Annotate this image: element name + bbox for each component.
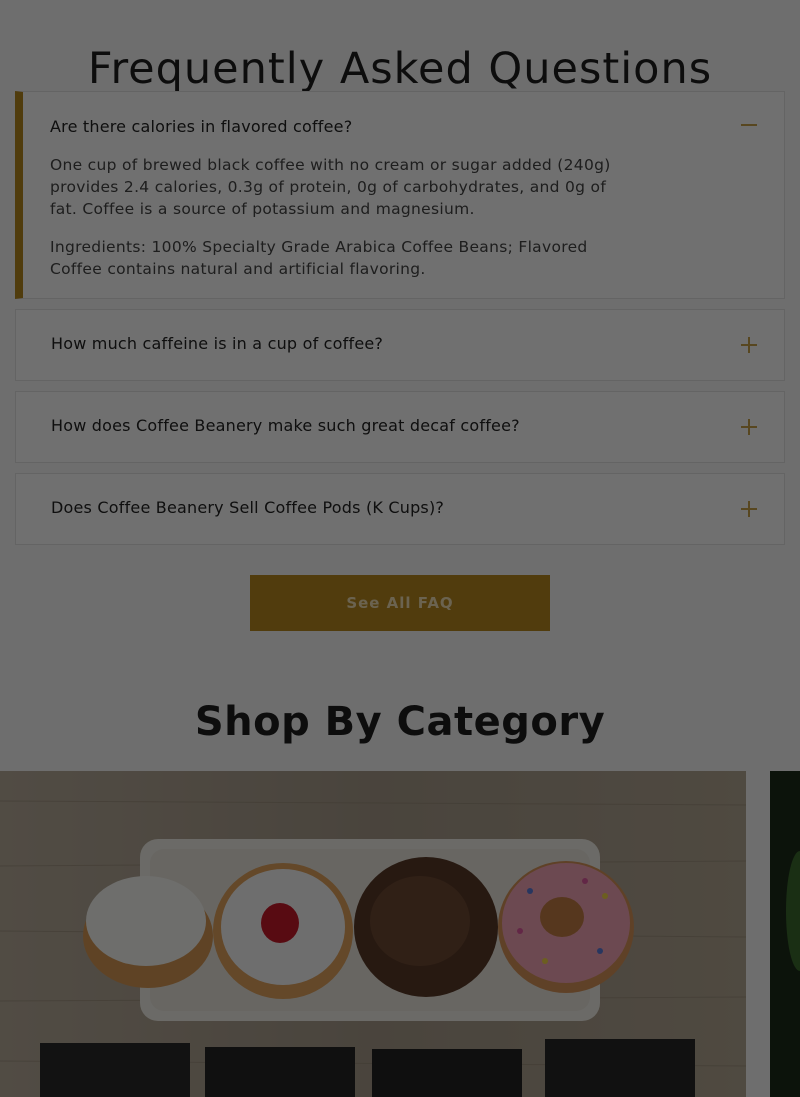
faq-item[interactable]: How does Coffee Beanery make such great … bbox=[15, 391, 785, 463]
faq-question[interactable]: How much caffeine is in a cup of coffee? bbox=[51, 334, 383, 353]
see-all-faq-button[interactable]: See All FAQ bbox=[250, 575, 550, 631]
minus-icon[interactable] bbox=[741, 116, 759, 134]
category-card-2[interactable] bbox=[770, 771, 800, 1097]
category-card-bakery[interactable] bbox=[0, 771, 746, 1097]
faq-item[interactable]: How much caffeine is in a cup of coffee? bbox=[15, 309, 785, 381]
donuts-image bbox=[0, 771, 746, 1097]
plus-icon[interactable] bbox=[741, 500, 759, 518]
faq-answer-paragraph: Ingredients: 100% Specialty Grade Arabic… bbox=[50, 238, 588, 278]
faq-answer-paragraph: One cup of brewed black coffee with no c… bbox=[50, 156, 611, 218]
faq-question[interactable]: Are there calories in flavored coffee? bbox=[50, 117, 352, 136]
plus-icon[interactable] bbox=[741, 336, 759, 354]
faq-item[interactable]: Does Coffee Beanery Sell Coffee Pods (K … bbox=[15, 473, 785, 545]
faq-question[interactable]: How does Coffee Beanery make such great … bbox=[51, 416, 520, 435]
faq-answer: One cup of brewed black coffee with no c… bbox=[50, 154, 630, 296]
faq-question[interactable]: Does Coffee Beanery Sell Coffee Pods (K … bbox=[51, 498, 444, 517]
faq-title: Frequently Asked Questions bbox=[87, 43, 713, 94]
category-section-title: Shop By Category bbox=[194, 699, 606, 746]
plus-icon[interactable] bbox=[741, 418, 759, 436]
plant-image bbox=[770, 771, 800, 1097]
faq-item[interactable]: Are there calories in flavored coffee? O… bbox=[15, 91, 785, 299]
